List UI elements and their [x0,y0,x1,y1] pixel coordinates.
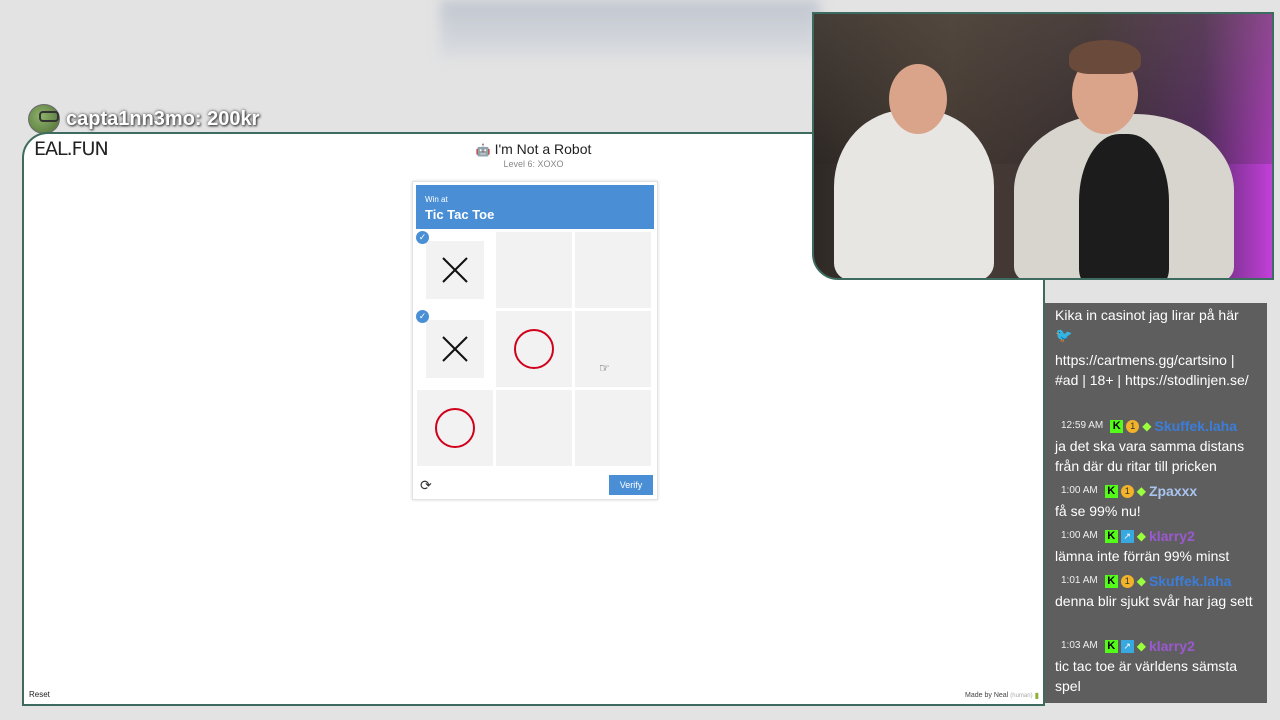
chat-username[interactable]: Skuffek.laha [1149,571,1231,591]
chat-meta: 12:59 AM K 1 ◆ Skuffek.laha [1055,416,1260,436]
o-mark-icon [514,329,554,369]
chat-message: 12:59 AM K 1 ◆ Skuffek.laha ja det ska v… [1055,416,1260,476]
chat-username[interactable]: Skuffek.laha [1155,416,1237,436]
board-cell[interactable] [417,390,493,466]
board-cell[interactable] [496,232,572,308]
chat-text: ja det ska vara samma distans från där d… [1055,438,1245,474]
captcha-target: Tic Tac Toe [425,207,495,222]
board-cell[interactable] [575,232,651,308]
x-mark-icon [442,336,468,362]
kick-badge-icon: K [1104,639,1118,653]
human-tag: (human) [1010,692,1033,699]
kick-badge-icon: K [1104,529,1118,543]
board-cell[interactable] [496,390,572,466]
tic-tac-toe-board: ✓ ✓ [416,231,655,468]
streamer-left-head [889,64,947,134]
chat-text: lämna inte förrän 99% minst [1055,548,1230,564]
kick-badge-icon: K [1110,419,1124,433]
hand-cursor-icon: ☞ [599,361,610,375]
chat-time: 12:59 AM [1061,420,1104,431]
robot-icon: 🤖 [475,143,491,157]
chat-message: https://cartmens.gg/cartsino | #ad | 18+… [1055,350,1260,390]
board-cell[interactable] [575,311,651,387]
gem-badge-icon: ◆ [1136,639,1146,653]
coin-badge-icon: 1 [1120,484,1134,498]
chat-text: få se 99% nu! [1055,503,1141,519]
kick-badge-icon: K [1104,484,1118,498]
chat-username[interactable]: klarry2 [1149,526,1195,546]
gem-badge-icon: ◆ [1136,529,1146,543]
captcha-header: Win at Tic Tac Toe [416,185,654,229]
pepe-avatar-icon [28,104,60,134]
chat-text: tic tac toe är världens sämsta spel [1055,658,1238,694]
coin-badge-icon: 1 [1120,574,1134,588]
donation-alert: capta1nn3mo: 200kr [28,104,259,134]
cup-icon: ▮ [1034,691,1039,700]
captcha-instruction: Win at [425,195,448,204]
made-by-text[interactable]: Made by Neal [965,692,1008,699]
streamer-right-hair [1069,40,1141,74]
webcam-feed [812,12,1274,280]
chat-meta: 1:03 AM K ↗ ◆ klarry2 [1055,636,1260,656]
chat-message: 1:00 AM K 1 ◆ Zpaxxx få se 99% nu! [1055,481,1260,521]
bird-emote-icon: 🐦 [1055,327,1073,343]
chat-time: 1:00 AM [1061,530,1098,541]
made-by-credit: Made by Neal (human) ▮ [965,691,1039,700]
chat-username[interactable]: klarry2 [1149,636,1195,656]
chat-text: Kika in casinot jag lirar på här [1055,307,1239,323]
chat-meta: 1:01 AM K 1 ◆ Skuffek.laha [1055,571,1260,591]
captcha-footer: ⟳ Verify [413,473,657,499]
chat-message: 1:00 AM K ↗ ◆ klarry2 lämna inte förrän … [1055,526,1260,566]
blurred-banner [440,0,820,58]
blue-badge-icon: ↗ [1120,639,1134,653]
x-mark-icon [442,257,468,283]
kick-badge-icon: K [1104,574,1118,588]
chat-message: 1:01 AM K 1 ◆ Skuffek.laha denna blir sj… [1055,571,1260,611]
reset-link[interactable]: Reset [29,690,50,699]
page-title-text: I'm Not a Robot [494,141,592,157]
captcha-widget: Win at Tic Tac Toe ✓ ✓ ⟳ Verify [412,181,658,500]
coin-badge-icon: 1 [1126,419,1140,433]
gem-badge-icon: ◆ [1136,574,1146,588]
gem-badge-icon: ◆ [1142,419,1152,433]
donation-text: capta1nn3mo: 200kr [66,107,260,130]
refresh-icon[interactable]: ⟳ [420,477,432,494]
chat-meta: 1:00 AM K ↗ ◆ klarry2 [1055,526,1260,546]
board-cell[interactable]: ✓ [416,231,493,308]
chat-time: 1:01 AM [1061,575,1098,586]
blue-badge-icon: ↗ [1120,529,1134,543]
streamer-left-body [834,110,994,278]
chat-text: https://cartmens.gg/cartsino | #ad | 18+… [1055,352,1249,388]
chat-message: Kika in casinot jag lirar på här 🐦 [1055,305,1260,345]
chat-time: 1:00 AM [1061,485,1098,496]
chat-text: denna blir sjukt svår har jag sett [1055,593,1253,609]
chat-panel: Kika in casinot jag lirar på här 🐦 https… [1045,303,1267,703]
chat-message: 1:03 AM K ↗ ◆ klarry2 tic tac toe är vär… [1055,636,1260,696]
chat-username[interactable]: Zpaxxx [1149,481,1197,501]
o-mark-icon [435,408,475,448]
streamer-right-shirt [1079,134,1169,278]
chat-time: 1:03 AM [1061,640,1098,651]
board-cell[interactable]: ✓ [416,310,493,387]
board-cell[interactable] [575,390,651,466]
board-cell[interactable] [496,311,572,387]
chat-meta: 1:00 AM K 1 ◆ Zpaxxx [1055,481,1260,501]
gem-badge-icon: ◆ [1136,484,1146,498]
verify-button[interactable]: Verify [609,475,653,495]
